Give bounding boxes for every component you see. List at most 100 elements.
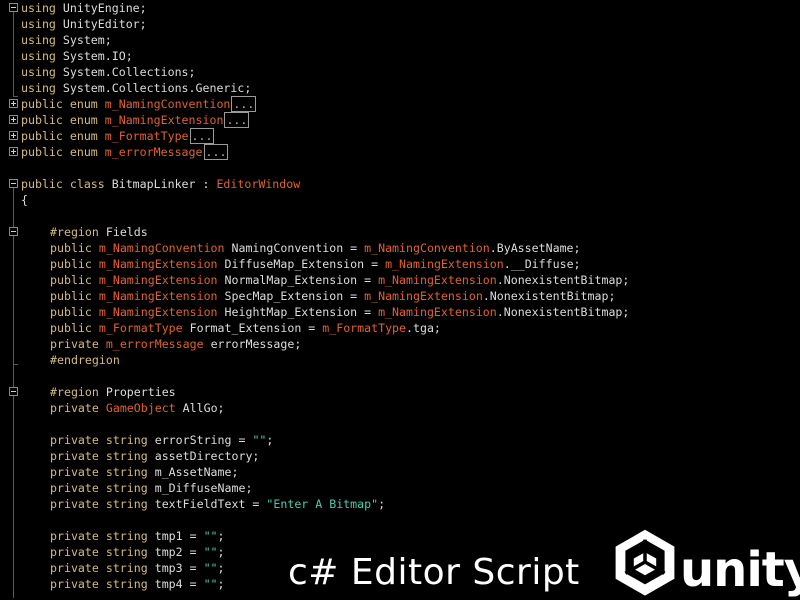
code-text: private string assetDirectory; [50, 448, 259, 464]
code-token: System; [55, 33, 112, 47]
code-text: #endregion [50, 352, 120, 368]
type-token: m_NamingExtension [98, 305, 218, 319]
code-token: ; [217, 545, 225, 559]
unity-logo-text: unity [680, 542, 800, 598]
code-token: ; [217, 561, 225, 575]
code-token: SpecMap_Extension = [217, 289, 365, 303]
string-token: "" [203, 545, 218, 559]
type-token: m_NamingExtension [385, 257, 504, 271]
keyword-token: #region [50, 225, 99, 239]
keyword-token: #endregion [50, 353, 120, 367]
code-text: using System.IO; [21, 48, 133, 64]
code-token: .NonexistentBitmap; [496, 273, 630, 287]
type-token: m_errorMessage [104, 145, 203, 159]
code-token: Fields [98, 225, 148, 239]
collapse-icon[interactable] [9, 179, 18, 188]
keyword-token: private [50, 337, 99, 351]
type-token: m_NamingExtension [364, 289, 483, 303]
type-token: m_NamingConvention [364, 241, 490, 255]
code-token: tmp2 = [147, 545, 204, 559]
collapsed-block[interactable]: ... [189, 128, 215, 144]
collapsed-block[interactable]: ... [231, 96, 257, 112]
code-token: errorString = [147, 433, 253, 447]
keyword-token: private string [50, 433, 148, 447]
collapsed-block[interactable]: ... [224, 112, 250, 128]
keyword-token: using [21, 81, 56, 95]
keyword-token: using [21, 1, 56, 15]
type-token: m_NamingExtension [98, 273, 218, 287]
code-text: public m_NamingConvention NamingConventi… [50, 240, 581, 256]
code-token: BitmapLinker : [104, 177, 217, 191]
code-text: using UnityEngine; [21, 0, 147, 16]
code-token: m_AssetName; [147, 465, 239, 479]
type-token: EditorWindow [216, 177, 301, 191]
code-token: NormalMap_Extension = [217, 273, 379, 287]
code-token: System.IO; [55, 49, 133, 63]
keyword-token: public enum [21, 97, 98, 111]
code-text: { [21, 192, 28, 208]
code-text: using System; [21, 32, 112, 48]
code-token: ; [378, 497, 386, 511]
keyword-token: using [21, 33, 56, 47]
code-token: tmp4 = [147, 577, 204, 591]
keyword-token: private string [50, 577, 148, 591]
type-token: m_NamingExtension [378, 305, 497, 319]
code-token: ; [217, 529, 225, 543]
code-text: public m_NamingExtension NormalMap_Exten… [50, 272, 629, 288]
code-token: { [21, 193, 28, 207]
code-token: assetDirectory; [147, 449, 260, 463]
collapse-icon[interactable] [9, 227, 18, 236]
code-text: private GameObject AllGo; [50, 400, 225, 416]
expand-icon[interactable] [9, 147, 18, 156]
code-text: private string tmp2 = ""; [50, 544, 225, 560]
code-text: private string errorString = ""; [50, 432, 273, 448]
keyword-token: public class [21, 177, 105, 191]
type-token: m_NamingConvention [98, 241, 225, 255]
keyword-token: using [21, 65, 56, 79]
type-token: m_NamingExtension [98, 257, 218, 271]
collapse-icon[interactable] [9, 387, 18, 396]
code-token: AllGo; [175, 401, 225, 415]
code-editor[interactable]: using UnityEngine; using UnityEditor; usin… [0, 0, 800, 598]
code-text: using System.Collections.Generic; [21, 80, 251, 96]
collapse-icon[interactable] [9, 3, 18, 12]
expand-icon[interactable] [9, 99, 18, 108]
keyword-token: using [21, 49, 56, 63]
code-token: NamingConvention = [224, 241, 365, 255]
code-token: tmp1 = [147, 529, 204, 543]
collapsed-block[interactable]: ... [203, 144, 229, 160]
code-text: #region Fields [50, 224, 148, 240]
fold-guide [13, 396, 14, 598]
string-token: "" [203, 577, 218, 591]
string-token: "" [252, 433, 267, 447]
code-token: .NonexistentBitmap; [482, 289, 616, 303]
keyword-token: public [50, 305, 92, 319]
code-text: public enum m_FormatType... [21, 128, 215, 144]
code-token: .ByAssetName; [489, 241, 581, 255]
keyword-token: private string [50, 481, 148, 495]
code-token: .__Diffuse; [503, 257, 581, 271]
expand-icon[interactable] [9, 131, 18, 140]
keyword-token: public [50, 321, 92, 335]
expand-icon[interactable] [9, 115, 18, 124]
keyword-token: public [50, 241, 92, 255]
type-token: m_FormatType [322, 321, 407, 335]
code-token: Properties [98, 385, 176, 399]
code-token: Format_Extension = [182, 321, 323, 335]
code-text: using System.Collections; [21, 64, 196, 80]
keyword-token: private string [50, 497, 148, 511]
string-token: "" [203, 529, 218, 543]
code-token: textFieldText = [147, 497, 267, 511]
code-text: private string textFieldText = "Enter A … [50, 496, 385, 512]
type-token: m_NamingConvention [104, 97, 231, 111]
